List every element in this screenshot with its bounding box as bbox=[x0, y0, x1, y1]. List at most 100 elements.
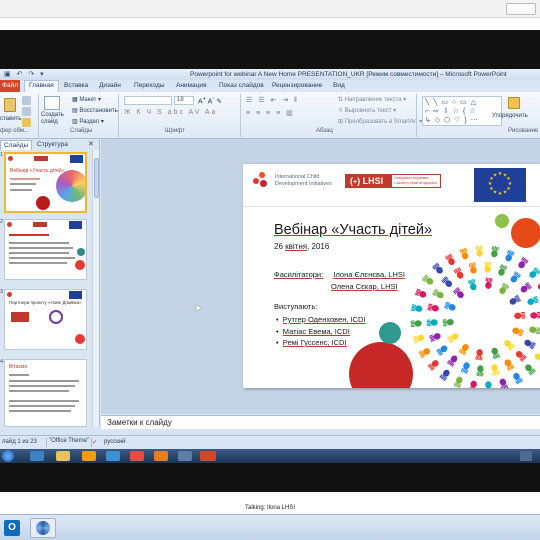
handprint bbox=[414, 288, 427, 298]
chrome-icon[interactable] bbox=[130, 451, 144, 461]
pane-scrollbar-thumb[interactable] bbox=[94, 158, 99, 198]
drawing-group-label: Рисование bbox=[508, 128, 539, 134]
font-group-label: Шрифт bbox=[165, 128, 185, 134]
close-pane-icon[interactable]: ✕ bbox=[88, 140, 94, 148]
start-orb-icon[interactable] bbox=[2, 450, 14, 462]
cut-icon[interactable] bbox=[22, 96, 31, 105]
section-button[interactable]: ▥ Раздел ▾ bbox=[72, 118, 104, 125]
handprint bbox=[524, 339, 536, 350]
thumb-text-line bbox=[10, 189, 32, 191]
explorer-icon[interactable] bbox=[56, 451, 70, 461]
slide-counter: лайд 1 из 23 bbox=[2, 439, 37, 445]
font-format-buttons[interactable]: Ж К Ч S abc AV Aa bbox=[124, 109, 217, 116]
thumb-text-line bbox=[9, 400, 79, 402]
host-window-button[interactable] bbox=[506, 3, 536, 15]
paste-button[interactable]: ставить bbox=[0, 116, 21, 122]
thumb-text-line bbox=[9, 252, 69, 254]
mouse-cursor-icon: ➤ bbox=[194, 303, 203, 314]
spellcheck-icon[interactable]: ✓ bbox=[92, 438, 98, 446]
slide-date[interactable]: 26 квітня, 2016 bbox=[274, 242, 329, 251]
arrange-icon[interactable] bbox=[508, 97, 520, 109]
tab-insert[interactable]: Вставка bbox=[64, 82, 88, 89]
paste-icon[interactable] bbox=[4, 98, 16, 112]
new-slide-button[interactable]: Создать слайд bbox=[41, 112, 67, 126]
quick-access-toolbar[interactable]: ▣ ↶ ↷ ▾ bbox=[4, 70, 46, 78]
facilitators-block[interactable]: Фасилітатори: Ілона Єлєнєва, LHSI bbox=[274, 270, 405, 279]
ribbon-separator bbox=[416, 94, 417, 137]
arrange-button[interactable]: Упорядочить bbox=[492, 113, 528, 119]
media-player-icon[interactable] bbox=[82, 451, 96, 461]
tab-transitions[interactable]: Переходы bbox=[134, 82, 165, 89]
handprint bbox=[475, 245, 483, 257]
tab-view[interactable]: Вид bbox=[333, 82, 345, 89]
new-slide-icon[interactable] bbox=[44, 96, 60, 110]
tab-home[interactable]: Главная bbox=[24, 80, 59, 92]
handprint bbox=[530, 311, 540, 319]
handprint bbox=[426, 319, 438, 327]
handprint bbox=[513, 372, 523, 385]
facilitator-2-line[interactable]: Олена Сєкар, LHSI bbox=[331, 282, 398, 291]
shared-screen-taskbar bbox=[0, 449, 540, 463]
grow-font-button[interactable]: A+ A- ✎ bbox=[198, 96, 222, 105]
app-icon[interactable] bbox=[106, 451, 120, 461]
notes-pane[interactable]: Заметки к слайду bbox=[101, 415, 540, 429]
list-buttons[interactable]: ☰ ☰ ⇤ ⇥ ‖ bbox=[246, 96, 299, 104]
handprint bbox=[499, 282, 510, 294]
firefox-icon[interactable] bbox=[154, 451, 168, 461]
tab-file[interactable]: Файл bbox=[0, 80, 20, 92]
powerpoint-taskbar-icon[interactable] bbox=[200, 451, 216, 461]
speakers-list[interactable]: • Рутгер Оденховен, ICDI • Матіас Евема,… bbox=[276, 314, 366, 349]
font-size-combo[interactable]: 18 bbox=[174, 96, 194, 105]
tab-review[interactable]: Рецензирование bbox=[272, 82, 322, 89]
language-indicator[interactable]: русский bbox=[104, 439, 126, 445]
handprint bbox=[429, 333, 441, 342]
copy-icon[interactable] bbox=[22, 107, 31, 116]
pane-scrollbar[interactable] bbox=[92, 150, 99, 427]
slide-thumbnail-2[interactable] bbox=[4, 219, 87, 280]
thumb-text-line bbox=[9, 247, 73, 249]
speakers-label[interactable]: Виступають: bbox=[274, 302, 317, 311]
thumb-logo bbox=[33, 222, 47, 227]
handprint bbox=[432, 288, 444, 299]
tab-animation[interactable]: Анимация bbox=[176, 82, 207, 89]
slide-canvas[interactable]: International Child Development Initiati… bbox=[243, 164, 540, 388]
thumb-logo bbox=[7, 222, 12, 227]
taskbar-app-button[interactable] bbox=[30, 518, 56, 538]
align-buttons[interactable]: ≡ ≡ ≡ ≡ ▥ bbox=[246, 109, 295, 117]
text-direction-button[interactable]: ⇅ Направление текста ▾ bbox=[338, 96, 406, 103]
layout-button[interactable]: ▦ Макет ▾ bbox=[72, 96, 101, 103]
app-icon-2[interactable] bbox=[178, 451, 192, 461]
outlook-icon[interactable]: O bbox=[4, 520, 20, 536]
tab-design[interactable]: Дизайн bbox=[99, 82, 121, 89]
tab-slideshow[interactable]: Показ слайдов bbox=[219, 82, 264, 89]
tab-slides[interactable]: Слайды bbox=[0, 140, 33, 150]
slide-thumbnail-3[interactable]: Партнери проекту «Нове Домівка» bbox=[4, 289, 87, 350]
reset-button[interactable]: ▤ Восстановить bbox=[72, 107, 118, 114]
facilitators-label: Фасилітатори: bbox=[274, 270, 324, 279]
slide-title[interactable]: Вебінар «Участь дітей» bbox=[274, 222, 432, 238]
handprint bbox=[459, 247, 469, 260]
ribbon: ставить фер обм... Создать слайд ▦ Макет… bbox=[0, 92, 540, 139]
logo-dot bbox=[259, 172, 265, 178]
tab-outline[interactable]: Структура bbox=[34, 140, 71, 150]
handprints-wreath-icon bbox=[410, 245, 540, 388]
ie-icon[interactable] bbox=[30, 451, 44, 461]
convert-smartart-button[interactable]: ⊞ Преобразовать в SmartArt ▾ bbox=[338, 118, 422, 125]
thumb-red-circle bbox=[75, 334, 85, 344]
tray-icon[interactable] bbox=[520, 451, 532, 461]
handprint bbox=[527, 296, 539, 305]
align-text-button[interactable]: ⇳ Выровнять текст ▾ bbox=[338, 107, 396, 114]
theme-name[interactable]: "Office Theme" bbox=[46, 438, 93, 447]
svg-text:★: ★ bbox=[493, 173, 498, 179]
font-name-combo[interactable] bbox=[124, 96, 172, 105]
thumb-text-line bbox=[10, 183, 36, 185]
thumb-text-line bbox=[9, 262, 67, 264]
slide-thumbnail-4[interactable]: Вітаємо bbox=[4, 359, 87, 427]
slide-thumbnail-1[interactable]: Вебінар «Участь дітей» bbox=[4, 152, 87, 213]
handprint bbox=[412, 334, 425, 344]
format-painter-icon[interactable] bbox=[22, 118, 31, 127]
icdi-line-2: Development Initiatives bbox=[275, 180, 332, 187]
speaker-3: Ремі Гуссенс, ICDI bbox=[282, 338, 347, 347]
shapes-gallery[interactable]: ╲ ╲ ▭ ○ ▭ △ ⌐ ⇨ ⇩ ☆ { ☆ ↳ ◇ ⬡ ♡ } ⋯ bbox=[422, 96, 502, 126]
handprint bbox=[491, 245, 499, 258]
